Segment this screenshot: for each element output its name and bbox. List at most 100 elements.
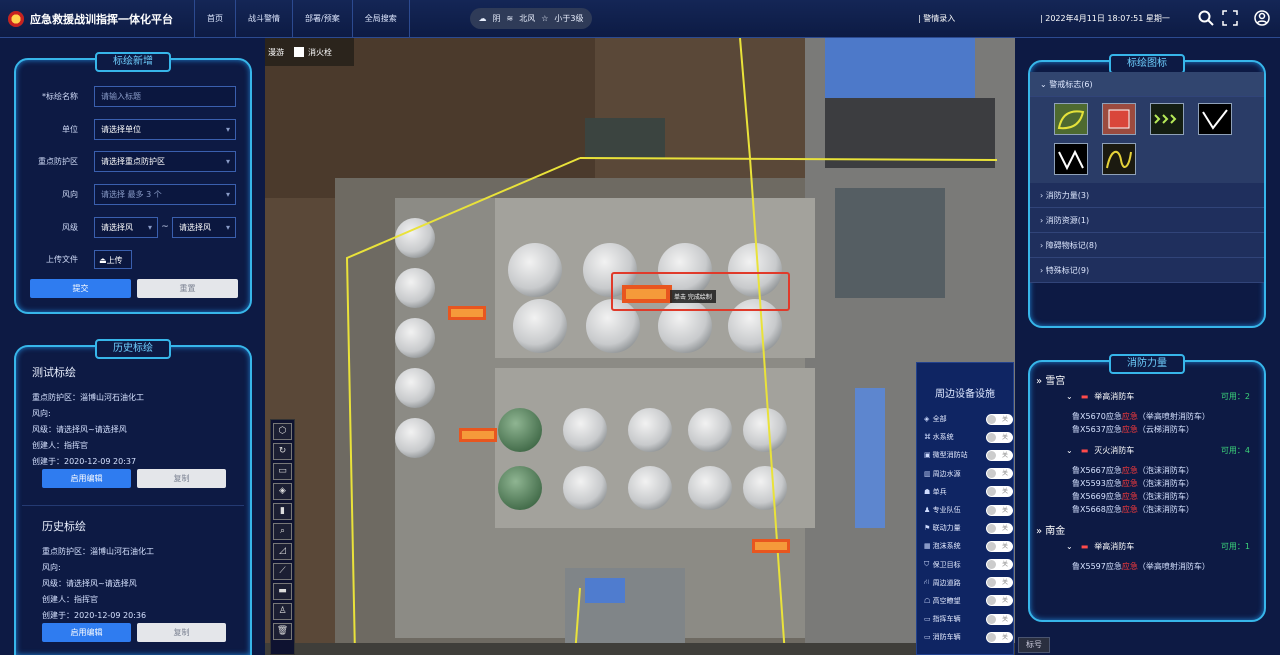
curve-line-icon[interactable]	[1102, 143, 1136, 175]
vehicle-type: 灭火消防车	[1094, 445, 1135, 455]
section-label: 特殊标记(9)	[1045, 266, 1090, 275]
vehicle-model: （泡沫消防车）	[1137, 492, 1194, 501]
rotate-icon[interactable]: ↻	[273, 443, 292, 460]
fire-power-title: 消防力量	[1109, 354, 1185, 374]
submit-button[interactable]: 提交	[30, 279, 131, 298]
upload-button-label: 上传	[106, 255, 123, 265]
v-line-icon[interactable]	[1198, 103, 1232, 135]
facility-toggle[interactable]: 关	[986, 595, 1013, 607]
vehicle-item[interactable]: 鲁X5637应急应急（云梯消防车）	[1072, 423, 1258, 436]
section-header[interactable]: › 消防资源(1)	[1030, 208, 1264, 233]
record-creator: 创建人：指挥官	[42, 595, 98, 604]
facility-toggle[interactable]: 关	[986, 504, 1013, 516]
bar-icon[interactable]: ▮	[273, 503, 292, 520]
record-zone: 重点防护区：淄博山河石油化工	[42, 547, 154, 556]
vehicle-type-row[interactable]: ⌄ ▬ 举高消防车 可用：1	[1066, 538, 1258, 554]
station-header[interactable]: » 雪宫	[1036, 372, 1258, 388]
danger-zone-icon[interactable]	[1102, 103, 1136, 135]
map-layer-toggles: 漫游 消火栓	[265, 38, 354, 66]
chevron-down-icon: ⌄	[1066, 541, 1073, 551]
facility-label: 全部	[932, 415, 947, 424]
facility-toggle[interactable]: 关	[986, 431, 1013, 443]
arrow-line-icon[interactable]	[1150, 103, 1184, 135]
user-icon[interactable]	[1253, 10, 1271, 28]
section-header[interactable]: › 消防力量(3)	[1030, 183, 1264, 208]
new-mark-title: 标绘新增	[95, 52, 171, 72]
vehicle-list: 鲁X5667应急应急（泡沫消防车） 鲁X5593应急应急（泡沫消防车） 鲁X56…	[1072, 464, 1258, 516]
line-icon[interactable]: ⟋	[273, 563, 292, 580]
facility-toggle[interactable]: 关	[986, 468, 1013, 480]
section-header[interactable]: › 障碍物标记(8)	[1030, 233, 1264, 258]
command-car-icon: ▭	[924, 615, 931, 624]
vehicle-item[interactable]: 鲁X5670应急应急（举高喷射消防车）	[1072, 410, 1258, 423]
facility-label: 单兵	[932, 487, 947, 496]
vehicle-type-row[interactable]: ⌄ ▬ 举高消防车 可用：2	[1066, 388, 1258, 404]
upload-button[interactable]: ⏏上传	[94, 249, 132, 269]
hydrant-checkbox[interactable]	[294, 47, 304, 57]
vehicle-item[interactable]: 鲁X5668应急应急（泡沫消防车）	[1072, 503, 1258, 516]
vehicle-item[interactable]: 鲁X5669应急应急（泡沫消防车）	[1072, 490, 1258, 503]
zone-select[interactable]: 请选择重点防护区	[94, 150, 236, 172]
reset-button[interactable]: 重置	[137, 279, 238, 298]
alarm-entry-link[interactable]: | 警情录入	[918, 13, 955, 24]
fire-truck-marker[interactable]	[459, 428, 497, 442]
wind-dir-select[interactable]: 请选择 最多 3 个	[94, 183, 236, 205]
fire-truck-marker[interactable]	[622, 285, 672, 303]
nav-deploy[interactable]: 部署/预案	[292, 0, 352, 38]
tab-markers[interactable]: 标号	[1018, 637, 1050, 653]
enable-edit-button[interactable]: 启用编辑	[42, 469, 131, 488]
truck-icon[interactable]: ▬	[273, 583, 292, 600]
trash-icon[interactable]: 🗑	[273, 623, 292, 640]
facility-toggle[interactable]: 关	[986, 486, 1013, 498]
fire-truck-marker[interactable]	[448, 306, 486, 320]
vehicle-item[interactable]: 鲁X5667应急应急（泡沫消防车）	[1072, 464, 1258, 477]
unit-select[interactable]: 请选择单位	[94, 118, 236, 140]
vehicle-item[interactable]: 鲁X5593应急应急（泡沫消防车）	[1072, 477, 1258, 490]
facility-toggle[interactable]: 关	[986, 613, 1013, 625]
record-zone: 重点防护区：淄博山河石油化工	[32, 393, 144, 402]
fullscreen-icon[interactable]	[1221, 10, 1239, 28]
mark-name-input[interactable]: 请输入标题	[94, 85, 236, 107]
vehicle-item[interactable]: 鲁X5597应急应急（举高喷射消防车）	[1072, 560, 1258, 573]
vehicle-tag: 应急	[1121, 412, 1138, 421]
available-count: 可用：1	[1220, 541, 1250, 551]
copy-button[interactable]: 复制	[137, 623, 226, 642]
fire-truck-marker[interactable]	[752, 539, 790, 553]
wind-from-select[interactable]: 请选择风	[94, 216, 158, 238]
facility-toggle[interactable]: 关	[986, 413, 1013, 425]
facility-toggle[interactable]: 关	[986, 540, 1013, 552]
history-title: 历史标绘	[95, 339, 171, 359]
facility-toggle[interactable]: 关	[986, 522, 1013, 534]
person-icon[interactable]: ♙	[273, 603, 292, 620]
copy-button[interactable]: 复制	[137, 469, 226, 488]
station-header[interactable]: » 南金	[1036, 522, 1258, 538]
enable-edit-button[interactable]: 启用编辑	[42, 623, 131, 642]
box-icon[interactable]: ◈	[273, 483, 292, 500]
facility-row: ⚑ 联动力量 关	[917, 519, 1013, 537]
section-header[interactable]: ⌄ 警戒标志(6)	[1030, 72, 1264, 97]
facility-toggle[interactable]: 关	[986, 577, 1013, 589]
zigzag-icon[interactable]	[1054, 143, 1088, 175]
nav-incidents[interactable]: 战斗警情	[235, 0, 292, 38]
wind-to-value: 请选择风	[179, 222, 211, 232]
warning-area-icon[interactable]	[1054, 103, 1088, 135]
section-header[interactable]: › 特殊标记(9)	[1030, 258, 1264, 283]
record-created: 创建于：2020-12-09 20:36	[42, 611, 147, 620]
angle-icon[interactable]: ◿	[273, 543, 292, 560]
name-label: *标绘名称	[42, 91, 78, 101]
satellite-map[interactable]: 漫游 消火栓 单击 完成绘制	[265, 38, 1015, 655]
facility-toggle[interactable]: 关	[986, 559, 1013, 571]
facility-toggle[interactable]: 关	[986, 449, 1013, 461]
facility-toggle[interactable]: 关	[986, 631, 1013, 643]
ruler-icon[interactable]: ▭	[273, 463, 292, 480]
search-icon[interactable]	[1197, 10, 1215, 28]
wind-to-select[interactable]: 请选择风	[172, 216, 236, 238]
main-nav: 首页 战斗警情 部署/预案 全局搜索	[194, 0, 410, 38]
nav-home[interactable]: 首页	[194, 0, 235, 38]
nav-search[interactable]: 全局搜索	[351, 0, 410, 38]
cube-icon[interactable]: ⬡	[273, 423, 292, 440]
magnify-icon[interactable]: ⌕	[273, 523, 292, 540]
vehicle-type-row[interactable]: ⌄ ▬ 灭火消防车 可用：4	[1066, 442, 1258, 458]
vehicle-plate: 鲁X5597应急	[1072, 562, 1122, 571]
facility-label: 周边道路	[932, 578, 961, 587]
